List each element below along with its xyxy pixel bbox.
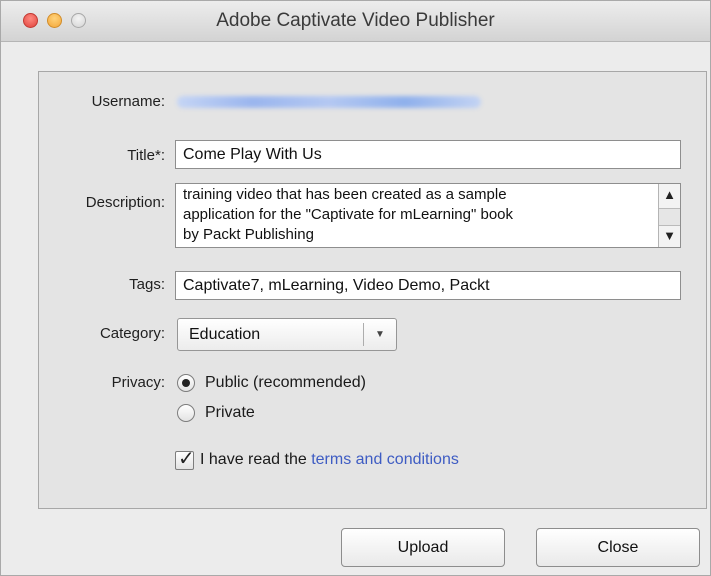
publisher-window: Adobe Captivate Video Publisher Username… [0, 0, 711, 576]
description-textarea[interactable]: training video that has been created as … [175, 183, 681, 248]
scroll-down-icon[interactable]: ▼ [659, 225, 680, 247]
scroll-up-icon[interactable]: ▲ [659, 184, 680, 206]
username-label: Username: [91, 93, 165, 110]
terms-checkbox[interactable]: ✓ [175, 448, 195, 470]
privacy-public-radio[interactable] [177, 374, 195, 392]
zoom-window-icon[interactable] [71, 13, 86, 28]
chevron-down-icon[interactable]: ▼ [364, 319, 396, 350]
terms-prefix: I have read the [200, 451, 307, 468]
description-line: by Packt Publishing [183, 226, 314, 243]
description-line: training video that has been created as … [183, 186, 507, 203]
username-value-redacted [177, 96, 481, 108]
checkmark-icon: ✓ [178, 448, 195, 470]
window-title: Adobe Captivate Video Publisher [216, 10, 495, 31]
title-label: Title*: [127, 147, 165, 164]
close-button[interactable]: Close [536, 528, 700, 567]
privacy-label: Privacy: [111, 374, 165, 391]
title-input[interactable]: Come Play With Us [175, 140, 681, 169]
title-bar[interactable]: Adobe Captivate Video Publisher [1, 1, 710, 42]
close-window-icon[interactable] [23, 13, 38, 28]
tags-input[interactable]: Captivate7, mLearning, Video Demo, Packt [175, 271, 681, 300]
category-select[interactable]: Education ▼ [177, 318, 397, 351]
privacy-private-radio[interactable] [177, 404, 195, 422]
tags-label: Tags: [129, 276, 165, 293]
description-line: application for the "Captivate for mLear… [183, 206, 514, 223]
privacy-public-label[interactable]: Public (recommended) [205, 374, 366, 392]
description-text: training video that has been created as … [183, 185, 653, 245]
terms-link[interactable]: terms and conditions [311, 451, 459, 468]
description-scrollbar[interactable]: ▲ ▼ [658, 184, 680, 247]
privacy-private-label[interactable]: Private [205, 404, 255, 422]
upload-button[interactable]: Upload [341, 528, 505, 567]
scroll-thumb[interactable] [659, 208, 680, 226]
category-label: Category: [99, 325, 165, 342]
minimize-window-icon[interactable] [47, 13, 62, 28]
radio-selected-dot [182, 379, 190, 387]
description-label: Description: [85, 194, 165, 211]
terms-text: I have read the terms and conditions [200, 451, 459, 469]
category-selected-value: Education [189, 326, 261, 343]
